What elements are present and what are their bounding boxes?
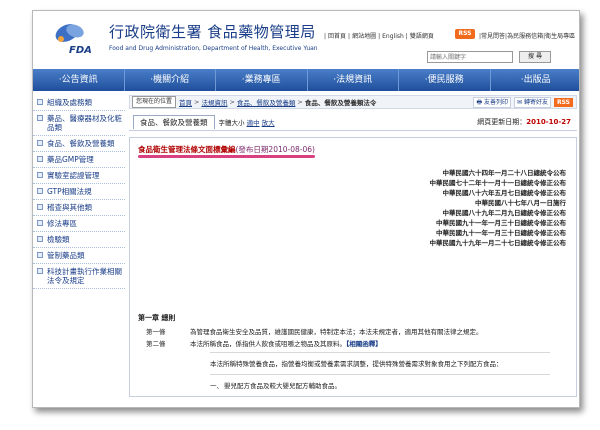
search-button[interactable]: 搜 尋 — [519, 51, 551, 63]
breadcrumb-current: 食品、餐飲及營養類法令 — [304, 99, 377, 107]
font-size-large[interactable]: 放大 — [262, 119, 275, 127]
update-date: 網頁更新日期：2010-10-27 — [477, 117, 571, 126]
bullet-icon — [37, 236, 43, 242]
sidebar: 組織及處務類 藥品、醫療器材及化粧品類 食品、餐飲及營養類 藥品GMP管理 實驗… — [33, 95, 125, 407]
nav-item-announcements[interactable]: ‧公告資訊 — [33, 69, 125, 91]
top-links-secondary: |常見問答|為民服務信箱|衛生局專區 — [479, 33, 576, 40]
history-line: 中華民國八十七年八月一日施行 — [475, 199, 566, 207]
breadcrumb: 您現在的位置 首頁 > 法規資訊 > 食品、餐飲及營養類 > 食品、餐飲及營養類法令 … — [129, 95, 577, 109]
print-button[interactable]: 🖶 友善列印 — [473, 96, 512, 108]
content-rss-button[interactable]: RSS — [554, 97, 573, 107]
breadcrumb-home[interactable]: 首頁 — [179, 97, 192, 107]
chapter-heading: 第一章 總則 — [138, 314, 176, 322]
sidebar-item-lab[interactable]: 實驗室認證管理 — [33, 168, 125, 184]
main-content: 您現在的位置 首頁 > 法規資訊 > 食品、餐飲及營養類 > 食品、餐飲及營養類法令 … — [129, 95, 577, 407]
sidebar-item-amendments[interactable]: 修法專區 — [33, 216, 125, 232]
top-link-mailbox[interactable]: 為民服務信箱 — [507, 33, 543, 40]
bullet-icon — [37, 99, 43, 105]
bullet-icon — [37, 115, 43, 121]
divider — [210, 352, 550, 353]
related-interpretation-link[interactable]: 【相關函釋】 — [346, 340, 382, 348]
nav-item-about[interactable]: ‧機關介紹 — [125, 69, 216, 91]
sidebar-item-testing[interactable]: 檢驗類 — [33, 232, 125, 248]
nav-item-services[interactable]: ‧便民服務 — [399, 69, 491, 91]
breadcrumb-food[interactable]: 食品、餐飲及營養類 — [237, 97, 296, 107]
site-title: 行政院衛生署 食品藥物管理局 — [109, 23, 316, 41]
document-title: 食品衛生管理法條文面標彙編(發布日期2010-08-06) — [138, 144, 315, 158]
bullet-icon — [37, 140, 43, 146]
history-line: 中華民國七十二年十一月十一日總統令修正公布 — [429, 179, 567, 187]
list-item: 一、 嬰兒配方食品及較大嬰兒配方輔助食品。 — [210, 382, 341, 390]
font-size-normal[interactable]: 適中 — [247, 119, 260, 127]
top-link-health-bureau[interactable]: 衛生局專區 — [545, 33, 575, 40]
sidebar-item-controlled-drugs[interactable]: 管制藥品類 — [33, 248, 125, 264]
history-line: 中華民國九十一年一月三十日總統令修正公布 — [436, 229, 566, 237]
sidebar-item-inspection[interactable]: 稽查與其他類 — [33, 200, 125, 216]
bullet-icon — [37, 156, 43, 162]
divider — [210, 374, 550, 375]
top-links: | 回首頁 | 網站地圖 | English | 雙語網頁 — [324, 33, 434, 40]
sidebar-item-gmp[interactable]: 藥品GMP管理 — [33, 152, 125, 168]
history-line: 中華民國八十九年二月九日總統令修正公布 — [442, 209, 567, 217]
fda-logo-text: FDA — [69, 45, 92, 56]
tab-row: 食品、餐飲及營養類 字體大小 適中 放大 網頁更新日期：2010-10-27 — [129, 113, 577, 131]
top-link-sitemap[interactable]: 網站地圖 — [352, 33, 376, 40]
rss-button[interactable]: RSS — [455, 29, 475, 39]
bullet-icon — [37, 220, 43, 226]
sidebar-item-tech-projects[interactable]: 科技計畫執行作業相關法令及規定 — [33, 264, 125, 289]
history-line: 中華民國九十九年一月二十七日總統令修正公布 — [429, 239, 567, 247]
main-nav: ‧公告資訊 ‧機關介紹 ‧業務專區 ‧法規資訊 ‧便民服務 ‧出版品 — [33, 69, 580, 91]
sidebar-item-drugs-devices[interactable]: 藥品、醫療器材及化粧品類 — [33, 111, 125, 136]
history-line: 中華民國六十四年一月二十八日總統令公布 — [442, 169, 567, 177]
top-link-english[interactable]: English — [382, 33, 404, 40]
nav-item-business[interactable]: ‧業務專區 — [216, 69, 308, 91]
top-link-home[interactable]: 回首頁 — [328, 33, 346, 40]
top-link-faq[interactable]: 常見問答 — [481, 33, 505, 40]
document-body: 食品衛生管理法條文面標彙編(發布日期2010-08-06) 中華民國六十四年一月… — [129, 137, 577, 397]
sidebar-item-food[interactable]: 食品、餐飲及營養類 — [33, 136, 125, 152]
nav-item-publications[interactable]: ‧出版品 — [491, 69, 580, 91]
bullet-icon — [37, 188, 43, 194]
font-size-control: 字體大小 適中 放大 — [218, 118, 275, 127]
nav-item-regulations[interactable]: ‧法規資訊 — [308, 69, 399, 91]
site-title-en: Food and Drug Administration, Department… — [109, 45, 318, 52]
highlight-underline — [138, 155, 315, 158]
browser-page: FDA 行政院衛生署 食品藥物管理局 Food and Drug Adminis… — [32, 10, 580, 408]
forward-button[interactable]: ✉ 轉寄好友 — [514, 96, 551, 108]
article-2: 第二條 本法所稱食品，係指供人飲食或咀嚼之物品及其原料。【相關函釋】 — [146, 340, 382, 348]
history-line: 中華民國九十一年一月三十日總統令修正公布 — [436, 219, 566, 227]
bullet-icon — [37, 268, 43, 274]
promulgation-history: 中華民國六十四年一月二十八日總統令公布 中華民國七十二年十一月十一日總統令修正公… — [430, 168, 567, 248]
here-label: 您現在的位置 — [132, 96, 177, 108]
article-1: 第一條 為管理食品衛生安全及品質，維護國民健康，特制定本法；本法未規定者，適用其… — [146, 328, 483, 336]
bullet-icon — [37, 204, 43, 210]
search-input[interactable] — [427, 51, 513, 63]
bullet-icon — [37, 252, 43, 258]
site-header: FDA 行政院衛生署 食品藥物管理局 Food and Drug Adminis… — [33, 11, 579, 67]
history-line: 中華民國八十六年五月七日總統令修正公布 — [442, 189, 567, 197]
sidebar-item-organization[interactable]: 組織及處務類 — [33, 95, 125, 111]
bullet-icon — [37, 172, 43, 178]
tab-food[interactable]: 食品、餐飲及營養類 — [133, 114, 215, 129]
sidebar-item-gtp[interactable]: GTP相關法規 — [33, 184, 125, 200]
top-link-bilingual[interactable]: 雙語網頁 — [410, 33, 434, 40]
article-paragraph: 本法所稱特殊營養食品，指營養均衡或營養素需求調整，提供特殊營養需求對象食用之下列… — [210, 360, 503, 368]
breadcrumb-regulations[interactable]: 法規資訊 — [201, 97, 227, 107]
